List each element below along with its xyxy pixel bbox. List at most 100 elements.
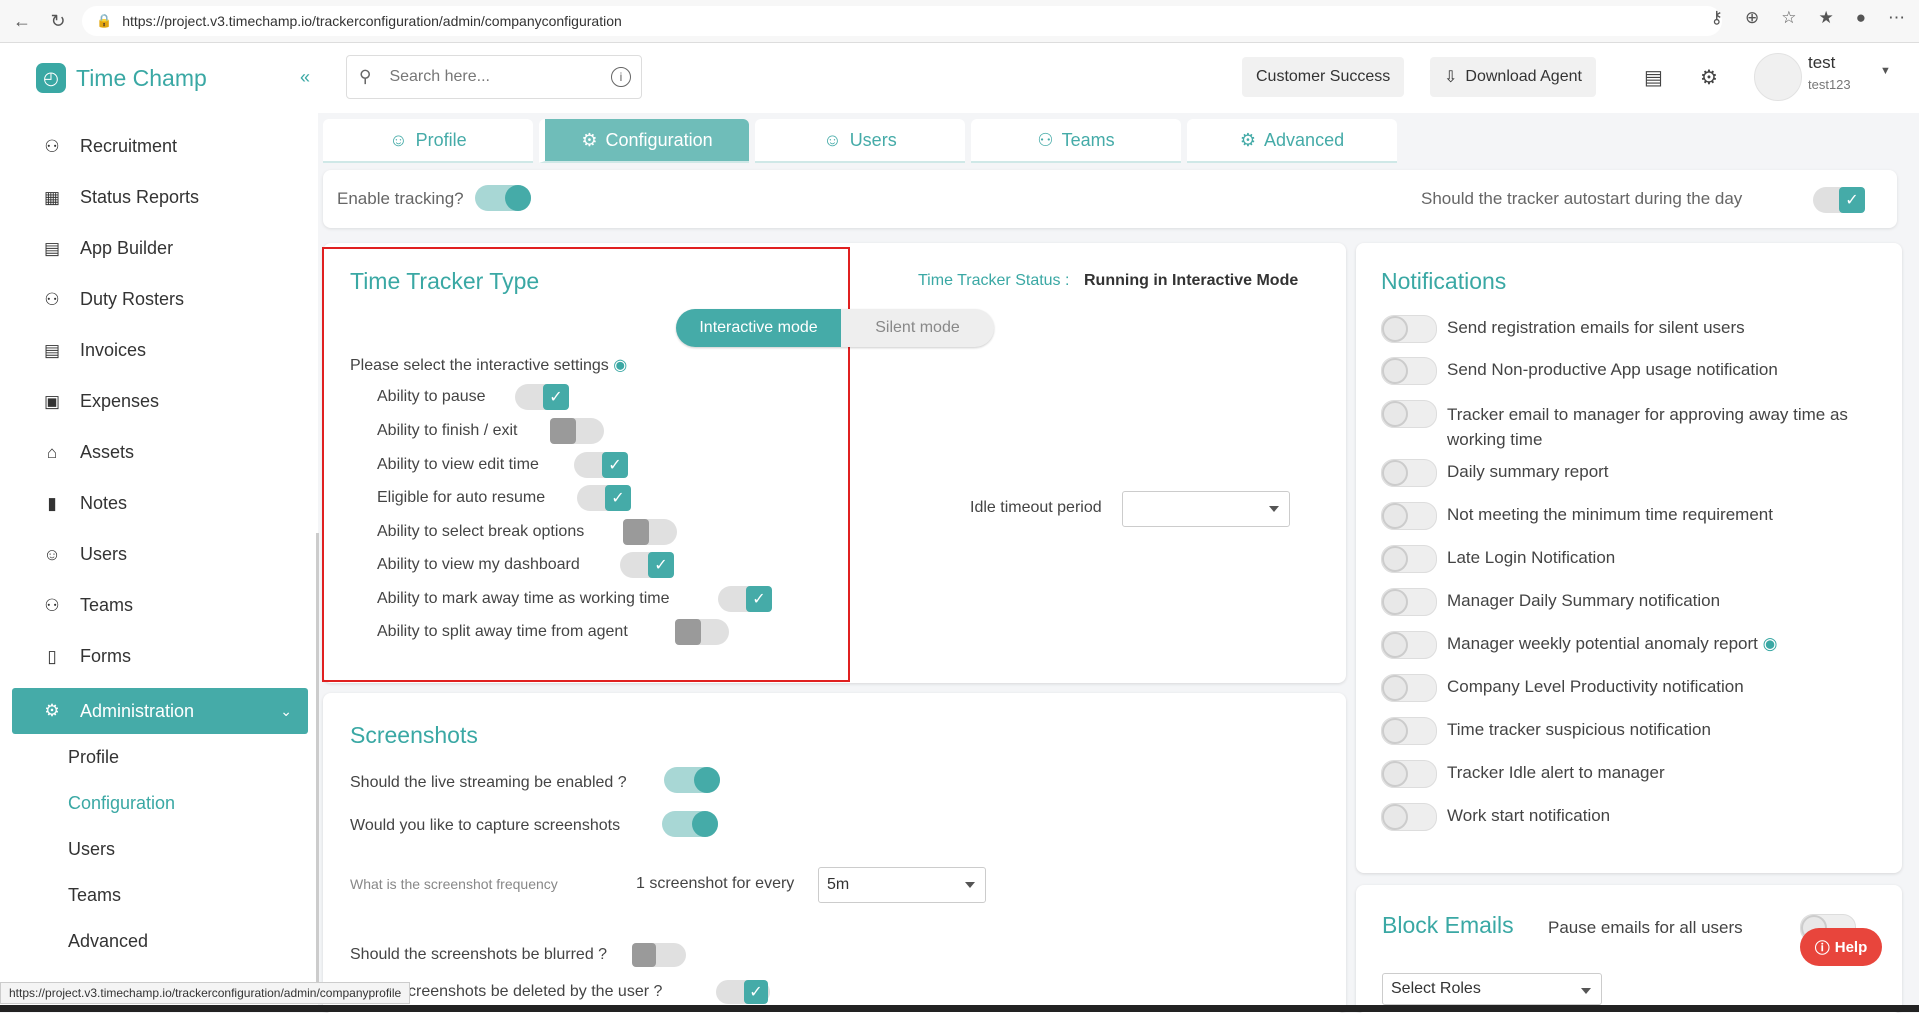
sidebar-sub-configuration[interactable]: Configuration (12, 780, 308, 826)
settings-icon[interactable]: ⚙ (1700, 65, 1718, 90)
notification-label: Send Non-productive App usage notificati… (1447, 360, 1778, 379)
collapse-sidebar-icon[interactable]: « (300, 67, 310, 88)
url-text: https://project.v3.timechamp.io/trackerc… (122, 13, 622, 29)
notification-label: Daily summary report (1447, 462, 1609, 481)
avatar[interactable] (1754, 53, 1802, 101)
search-placeholder: Search here... (389, 68, 490, 85)
info-icon[interactable]: i (611, 67, 631, 87)
search-input[interactable]: ⚲ Search here... i (346, 55, 642, 99)
notification-toggle[interactable] (1381, 588, 1437, 616)
document-icon[interactable]: ▤ (1644, 65, 1663, 90)
profile-icon[interactable]: ● (1856, 8, 1866, 28)
autostart-toggle[interactable]: ✓ (1813, 187, 1865, 213)
caret-down-icon (1269, 506, 1279, 512)
setting-label: Ability to finish / exit (377, 422, 518, 439)
key-icon[interactable]: ⚷ (1711, 8, 1723, 28)
sidebar-item-teams[interactable]: ⚇ Teams (12, 580, 308, 631)
tab-advanced[interactable]: ⚙ Advanced (1187, 119, 1397, 163)
caret-down-icon (1581, 988, 1591, 994)
tab-teams[interactable]: ⚇ Teams (971, 119, 1181, 163)
favorites-icon[interactable]: ★ (1818, 8, 1833, 28)
sidebar-sub-advanced[interactable]: Advanced (12, 918, 308, 964)
tab-users[interactable]: ☺ Users (755, 119, 965, 163)
notification-label: Company Level Productivity notification (1447, 677, 1744, 696)
enable-tracking-toggle[interactable] (475, 185, 531, 211)
gears-icon: ⚙ (581, 129, 598, 150)
notification-label: Late Login Notification (1447, 548, 1616, 567)
enable-tracking-label: Enable tracking? (337, 189, 464, 208)
capture-screenshots-label: Would you like to capture screenshots (350, 817, 621, 834)
eye-icon[interactable]: ◉ (1763, 634, 1778, 653)
notification-toggle[interactable] (1381, 315, 1437, 343)
autostart-label: Should the tracker autostart during the … (1421, 189, 1743, 208)
star-icon[interactable]: ☆ (1781, 8, 1796, 28)
reload-icon[interactable]: ↻ (44, 7, 72, 35)
sidebar-sub-users[interactable]: Users (12, 826, 308, 872)
interactive-mode-button[interactable]: Interactive mode (676, 309, 841, 347)
setting-label: Eligible for auto resume (377, 489, 546, 506)
list-icon: ▤ (43, 238, 61, 258)
idle-timeout-select[interactable] (1122, 491, 1290, 527)
sidebar-item-duty-rosters[interactable]: ⚇ Duty Rosters (12, 274, 308, 325)
more-icon[interactable]: ⋯ (1888, 8, 1905, 28)
address-bar[interactable]: 🔒 https://project.v3.timechamp.io/tracke… (82, 6, 1722, 36)
notification-toggle[interactable] (1381, 631, 1437, 659)
notification-toggle[interactable] (1381, 674, 1437, 702)
setting-toggle-auto-resume[interactable]: ✓ (577, 485, 631, 511)
sidebar-item-status-reports[interactable]: ▦ Status Reports (12, 172, 308, 223)
user-icon: ☺ (43, 544, 61, 564)
deleted-toggle[interactable]: ✓ (716, 980, 770, 1004)
notification-toggle[interactable] (1381, 803, 1437, 831)
notification-toggle[interactable] (1381, 459, 1437, 487)
blurred-toggle[interactable] (632, 943, 686, 967)
notification-toggle[interactable] (1381, 545, 1437, 573)
notification-label: Time tracker suspicious notification (1447, 720, 1711, 739)
setting-toggle-view-dashboard[interactable]: ✓ (620, 552, 674, 578)
setting-label: Ability to pause (377, 388, 486, 405)
caret-down-icon[interactable]: ▼ (1880, 65, 1891, 77)
block-emails-title: Block Emails (1382, 912, 1514, 938)
notification-label: Work start notification (1447, 806, 1611, 825)
app-logo[interactable]: ◴ Time Champ (36, 63, 207, 93)
sidebar-sub-profile[interactable]: Profile (12, 734, 308, 780)
frequency-select[interactable]: 5m (818, 867, 986, 903)
frequency-value: 5m (827, 876, 850, 893)
setting-toggle-away-as-working[interactable]: ✓ (718, 586, 772, 612)
back-icon[interactable]: ← (8, 7, 36, 35)
sidebar-item-expenses[interactable]: ▣ Expenses (12, 376, 308, 427)
notification-toggle[interactable] (1381, 400, 1437, 428)
sidebar-item-notes[interactable]: ▮ Notes (12, 478, 308, 529)
select-roles-dropdown[interactable]: Select Roles (1382, 973, 1602, 1005)
sidebar-item-assets[interactable]: ⌂ Assets (12, 427, 308, 478)
sidebar-item-invoices[interactable]: ▤ Invoices (12, 325, 308, 376)
sidebar-item-users[interactable]: ☺ Users (12, 529, 308, 580)
sidebar-sub-teams[interactable]: Teams (12, 872, 308, 918)
sidebar-item-forms[interactable]: ▯ Forms (12, 631, 308, 682)
help-button[interactable]: ⓘ Help (1800, 928, 1882, 966)
sidebar-item-recruitment[interactable]: ⚇ Recruitment (12, 121, 308, 172)
capture-screenshots-toggle[interactable] (662, 811, 718, 837)
setting-toggle-pause[interactable]: ✓ (515, 384, 569, 410)
tab-configuration[interactable]: ⚙ Configuration (539, 119, 749, 163)
setting-toggle-view-edit-time[interactable]: ✓ (574, 452, 628, 478)
setting-toggle-split-away[interactable] (675, 619, 729, 645)
notification-toggle[interactable] (1381, 717, 1437, 745)
live-streaming-toggle[interactable] (664, 767, 720, 793)
silent-mode-button[interactable]: Silent mode (841, 309, 994, 347)
frequency-label: What is the screenshot frequency (350, 876, 558, 892)
sidebar-item-app-builder[interactable]: ▤ App Builder (12, 223, 308, 274)
sidebar-item-administration[interactable]: ⚙ Administration ⌄ (12, 688, 308, 734)
customer-success-button[interactable]: Customer Success (1242, 57, 1405, 97)
notification-toggle[interactable] (1381, 502, 1437, 530)
sidebar-scrollbar[interactable] (316, 533, 319, 993)
setting-label: Ability to split away time from agent (377, 623, 628, 640)
notification-toggle[interactable] (1381, 357, 1437, 385)
tab-profile[interactable]: ☺ Profile (323, 119, 533, 163)
setting-toggle-break-options[interactable] (623, 519, 677, 545)
eye-icon[interactable]: ◉ (613, 357, 627, 374)
zoom-icon[interactable]: ⊕ (1745, 8, 1759, 28)
app-name: Time Champ (76, 64, 207, 91)
download-agent-button[interactable]: ⇩ Download Agent (1430, 57, 1596, 97)
notification-toggle[interactable] (1381, 760, 1437, 788)
setting-toggle-finish-exit[interactable] (550, 418, 604, 444)
